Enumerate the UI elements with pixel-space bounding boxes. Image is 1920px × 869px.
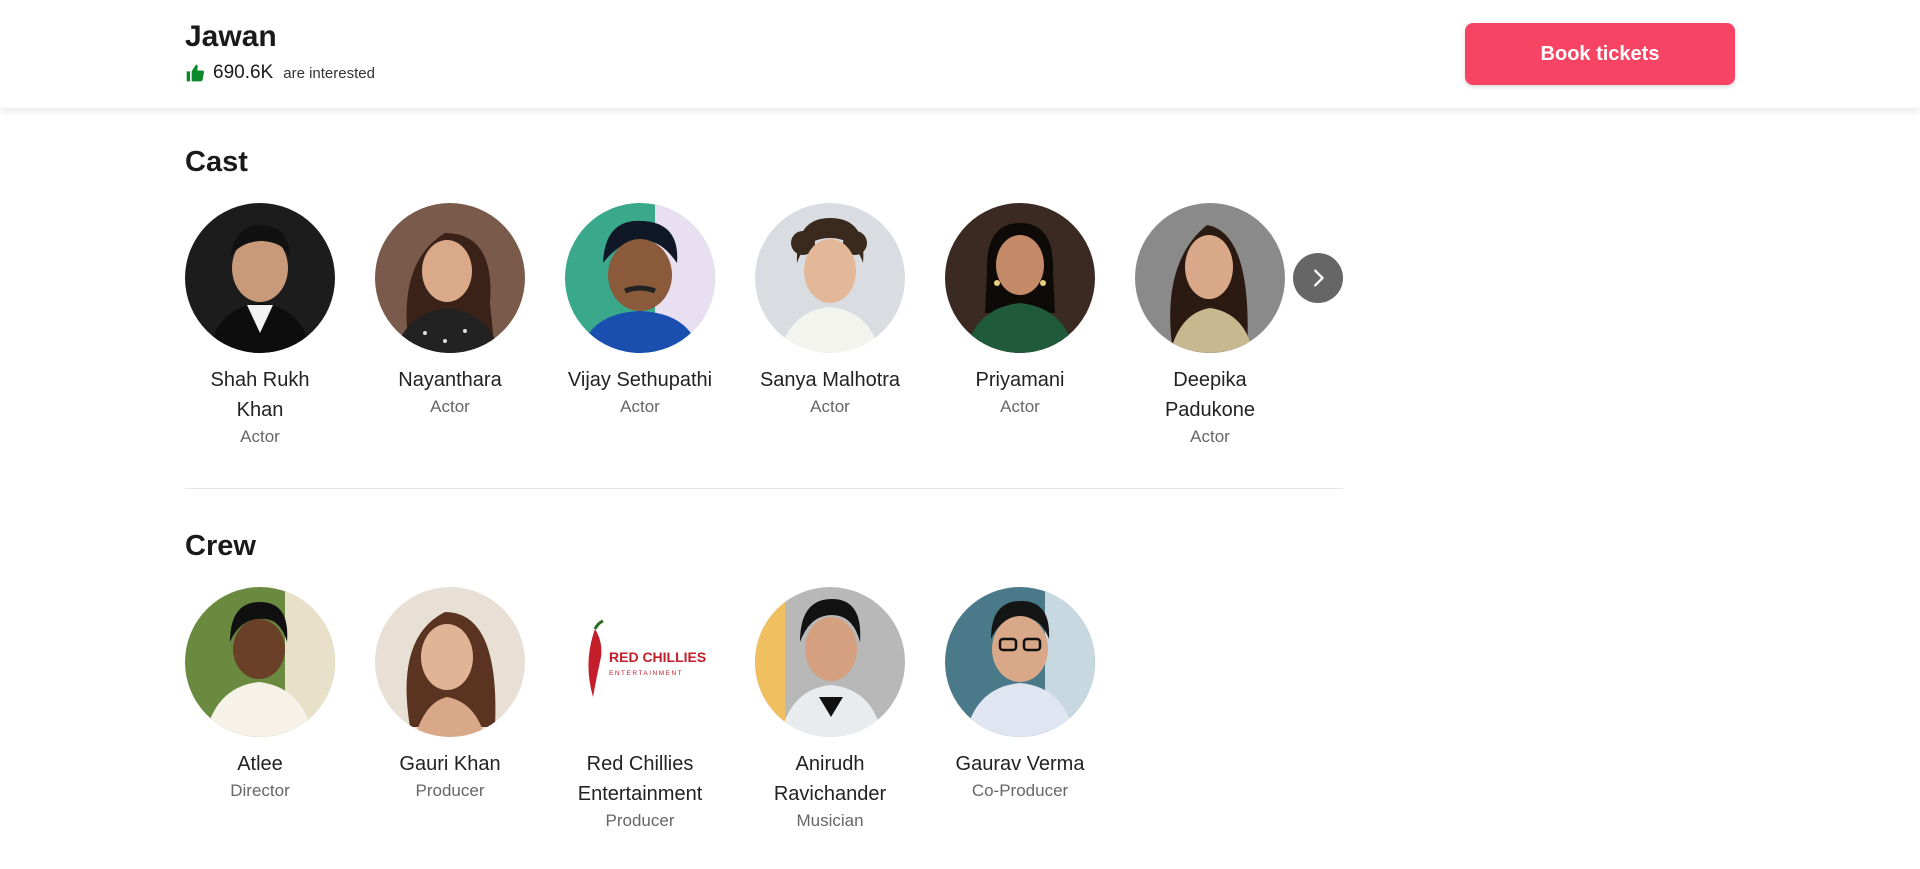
cast-member[interactable]: Nayanthara Actor	[375, 203, 525, 449]
crew-role: Director	[230, 781, 290, 800]
avatar	[945, 587, 1095, 737]
cast-role: Actor	[240, 427, 280, 446]
movie-title: Jawan	[185, 20, 277, 53]
svg-text:RED CHILLIES: RED CHILLIES	[609, 649, 706, 665]
crew-name: Atlee	[237, 753, 283, 775]
cast-member[interactable]: Shah Rukh Khan Actor	[185, 203, 335, 449]
crew-section-title: Crew	[185, 530, 256, 562]
movie-header: Jawan 690.6K are interested Book tickets	[0, 0, 1920, 108]
avatar	[185, 587, 335, 737]
chevron-right-icon	[1314, 269, 1324, 287]
cast-member[interactable]: Sanya Malhotra Actor	[755, 203, 905, 449]
cast-name: Sanya Malhotra	[759, 369, 901, 391]
crew-member[interactable]: Atlee Director	[185, 587, 335, 833]
avatar	[945, 203, 1095, 353]
crew-role: Co-Producer	[971, 781, 1069, 800]
crew-name: Gauri Khan	[399, 753, 501, 775]
cast-name: Deepika Padukone	[1164, 369, 1256, 421]
cast-next-button[interactable]	[1293, 253, 1343, 303]
crew-member[interactable]: RED CHILLIES ENTERTAINMENT Red Chillies …	[565, 587, 715, 833]
avatar	[565, 203, 715, 353]
crew-role: Musician	[796, 811, 864, 830]
avatar	[185, 203, 335, 353]
cast-row: Shah Rukh Khan Actor Nayanthara Actor Vi…	[185, 203, 1325, 449]
crew-member[interactable]: Anirudh Ravichander Musician	[755, 587, 905, 833]
avatar	[1135, 203, 1285, 353]
crew-row: Atlee Director Gauri Khan Producer RED C…	[185, 587, 1135, 833]
chilli-icon: RED CHILLIES ENTERTAINMENT	[588, 619, 706, 697]
cast-role: Actor	[430, 397, 470, 416]
cast-name: Shah Rukh Khan	[210, 369, 310, 421]
svg-text:ENTERTAINMENT: ENTERTAINMENT	[609, 670, 683, 677]
interest-label: are interested	[283, 64, 375, 82]
thumbs-up-icon	[186, 64, 205, 82]
cast-role: Actor	[620, 397, 660, 416]
red-chillies-logo: RED CHILLIES ENTERTAINMENT	[565, 587, 715, 737]
cast-member[interactable]: Vijay Sethupathi Actor	[565, 203, 715, 449]
cast-role: Actor	[810, 397, 850, 416]
crew-member[interactable]: Gauri Khan Producer	[375, 587, 525, 833]
avatar	[375, 203, 525, 353]
cast-member[interactable]: Deepika Padukone Actor	[1135, 203, 1285, 449]
crew-role: Producer	[605, 811, 675, 830]
section-divider	[185, 488, 1343, 489]
interest-count: 690.6K	[213, 62, 274, 83]
avatar	[755, 203, 905, 353]
crew-member[interactable]: Gaurav Verma Co-Producer	[945, 587, 1095, 833]
cast-name: Priyamani	[975, 369, 1065, 391]
crew-name: Gaurav Verma	[955, 753, 1085, 775]
avatar	[755, 587, 905, 737]
cast-name: Vijay Sethupathi	[567, 369, 713, 391]
cast-name: Nayanthara	[398, 369, 502, 391]
cast-section-title: Cast	[185, 146, 248, 178]
cast-role: Actor	[1190, 427, 1230, 446]
crew-name: Anirudh Ravichander	[773, 753, 887, 805]
book-tickets-button[interactable]: Book tickets	[1465, 23, 1735, 85]
cast-member[interactable]: Priyamani Actor	[945, 203, 1095, 449]
crew-name: Red Chillies Entertainment	[577, 753, 703, 805]
cast-role: Actor	[1000, 397, 1040, 416]
interest-info: 690.6K are interested	[185, 62, 375, 84]
avatar	[375, 587, 525, 737]
crew-role: Producer	[415, 781, 485, 800]
